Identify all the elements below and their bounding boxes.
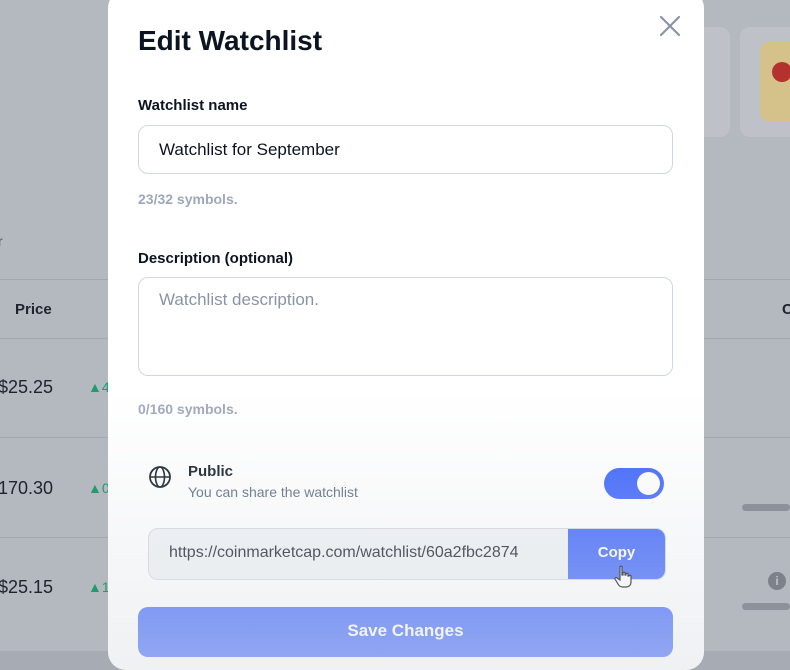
watchlist-name-input[interactable]: Watchlist for September [138,125,673,174]
right-column-header: C [782,301,790,318]
watchlist-name-label: Watchlist name [138,97,248,114]
row-change: ▲4 [88,379,110,395]
row-change: ▲0 [88,480,110,496]
public-toggle[interactable] [604,468,664,499]
row-price: $25.25 [0,377,54,397]
background-partial-label: r [0,233,3,249]
close-icon[interactable] [656,12,684,40]
row-price: 170.30 [0,478,54,498]
background-bar [742,504,790,511]
edit-watchlist-modal: Edit Watchlist Watchlist name Watchlist … [108,0,704,670]
price-column-header: Price [15,301,52,318]
globe-icon [149,466,171,488]
coin-image [760,42,790,122]
share-link-url[interactable]: https://coinmarketcap.com/watchlist/60a2… [169,529,544,577]
row-change: ▲1 [88,579,110,595]
hand-cursor-icon [614,565,632,588]
share-link-field[interactable]: https://coinmarketcap.com/watchlist/60a2… [148,528,666,580]
name-char-count: 23/32 symbols. [138,191,238,207]
save-changes-button[interactable]: Save Changes [138,607,673,657]
description-char-count: 0/160 symbols. [138,401,238,417]
background-bar [742,603,790,610]
public-subtitle: You can share the watchlist [188,484,358,500]
description-input[interactable]: Watchlist description. [138,277,673,376]
toggle-knob [637,472,660,495]
info-icon[interactable]: i [768,572,786,590]
description-label: Description (optional) [138,250,293,267]
row-price: $25.15 [0,577,54,597]
modal-title: Edit Watchlist [138,25,323,56]
public-setting: Public You can share the watchlist [148,463,668,503]
public-title: Public [188,463,234,480]
